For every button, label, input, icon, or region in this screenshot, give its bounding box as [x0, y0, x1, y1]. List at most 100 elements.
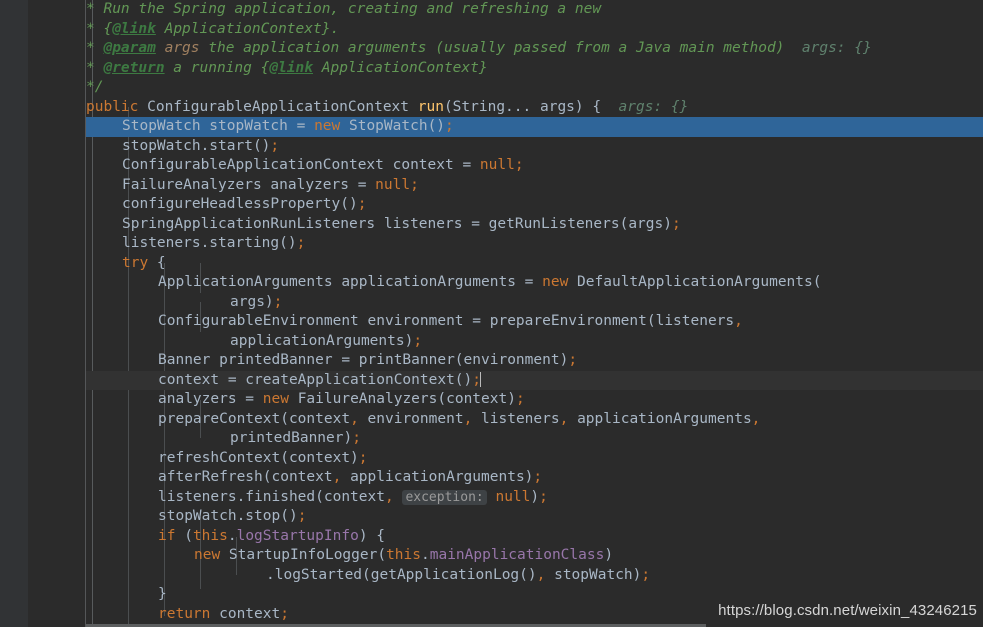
code-token: (String... args) { — [443, 98, 602, 115]
code-line[interactable]: SpringApplicationRunListeners listeners … — [0, 215, 983, 235]
code-token: context = createApplicationContext() — [158, 371, 473, 388]
code-line-text: StopWatch stopWatch = new StopWatch(); — [86, 118, 454, 134]
code-token: configureHeadlessProperty() — [122, 196, 358, 212]
code-token: applicationArguments — [568, 410, 752, 427]
code-token: ApplicationContext}. — [155, 20, 340, 37]
code-token: , — [734, 313, 743, 329]
code-line-text: prepareContext(context, environment, lis… — [86, 411, 760, 427]
code-token: ; — [533, 469, 543, 485]
code-line[interactable]: ConfigurableApplicationContext context =… — [0, 156, 983, 176]
code-line[interactable]: printedBanner); — [0, 429, 983, 449]
code-token: ; — [358, 449, 368, 466]
code-line[interactable]: * @param args the application arguments … — [0, 39, 983, 59]
code-line[interactable]: refreshContext(context); — [0, 449, 983, 469]
code-token: new — [262, 391, 289, 407]
code-token: a running { — [164, 59, 270, 76]
code-token: ; — [514, 157, 524, 173]
code-line-text: ApplicationArguments applicationArgument… — [86, 274, 821, 290]
code-token: ; — [297, 508, 307, 524]
code-line-text: * Run the Spring application, creating a… — [86, 1, 601, 17]
code-token: . — [421, 547, 430, 563]
code-token: try — [122, 254, 149, 271]
editor-gutter-icons[interactable] — [0, 0, 28, 627]
code-token: prepareContext(context — [158, 410, 351, 427]
editor-gutter-folding[interactable] — [28, 0, 86, 627]
code-token: ; — [515, 391, 525, 407]
code-token: @link — [112, 20, 156, 37]
code-line[interactable]: */ — [0, 78, 983, 98]
code-token: null — [495, 488, 531, 505]
code-line[interactable]: FailureAnalyzers analyzers = null; — [0, 176, 983, 196]
code-line-text: listeners.finished(context, exception: n… — [86, 489, 548, 505]
code-token: if — [158, 527, 176, 544]
code-token: ( — [175, 527, 193, 544]
code-line[interactable]: analyzers = new FailureAnalyzers(context… — [0, 390, 983, 410]
code-line-text: refreshContext(context); — [86, 450, 368, 466]
code-line[interactable]: listeners.finished(context, exception: n… — [0, 488, 983, 508]
code-token: @return — [103, 59, 165, 76]
code-line[interactable]: if (this.logStartupInfo) { — [0, 527, 983, 547]
code-token: } — [158, 586, 167, 602]
code-line[interactable]: * Run the Spring application, creating a… — [0, 0, 983, 20]
code-token: ; — [352, 430, 361, 446]
code-line-text: * @param args the application arguments … — [86, 40, 872, 56]
code-line[interactable]: afterRefresh(context, applicationArgumen… — [0, 468, 983, 488]
code-line[interactable]: context = createApplicationContext(); — [0, 370, 983, 390]
code-line-text: stopWatch.stop(); — [86, 508, 306, 524]
code-token: ConfigurableEnvironment environment = pr… — [158, 313, 735, 329]
code-token: run — [417, 98, 444, 115]
code-line-text: context = createApplicationContext(); — [86, 371, 482, 388]
code-token: listeners — [472, 410, 560, 427]
code-line[interactable]: configureHeadlessProperty(); — [0, 195, 983, 215]
gutter-divider — [85, 0, 86, 627]
code-token: listeners.starting() — [122, 235, 297, 251]
code-token: SpringApplicationRunListeners listeners … — [122, 215, 672, 232]
code-line-text: */ — [86, 79, 103, 95]
code-token: this — [386, 547, 421, 563]
code-line[interactable]: applicationArguments); — [0, 332, 983, 352]
code-line-text: .logStarted(getApplicationLog(), stopWat… — [86, 567, 650, 583]
text-caret — [480, 371, 482, 387]
code-token: new — [314, 118, 341, 134]
code-line[interactable]: stopWatch.stop(); — [0, 507, 983, 527]
code-line[interactable]: StopWatch stopWatch = new StopWatch(); — [0, 117, 983, 137]
code-token: { — [148, 254, 166, 271]
code-line[interactable]: ConfigurableEnvironment environment = pr… — [0, 312, 983, 332]
code-line[interactable]: public ConfigurableApplicationContext ru… — [0, 98, 983, 118]
code-line-text: SpringApplicationRunListeners listeners … — [86, 216, 681, 232]
code-line[interactable]: stopWatch.start(); — [0, 137, 983, 157]
code-line[interactable]: * {@link ApplicationContext}. — [0, 20, 983, 40]
code-token: * — [86, 59, 104, 76]
code-token: StopWatch() — [340, 118, 446, 134]
code-token: stopWatch.stop() — [158, 508, 298, 524]
code-token: * Run the Spring application, creating a… — [86, 1, 602, 17]
code-line-text: try { — [86, 255, 166, 271]
code-token: ; — [357, 196, 367, 212]
code-line[interactable]: ApplicationArguments applicationArgument… — [0, 273, 983, 293]
code-token: .logStarted(getApplicationLog() — [266, 566, 537, 583]
code-line-text: ConfigurableEnvironment environment = pr… — [86, 313, 743, 329]
code-line-text: args); — [86, 294, 282, 310]
code-token: ; — [410, 176, 419, 193]
code-line[interactable]: try { — [0, 254, 983, 274]
code-line[interactable]: new StartupInfoLogger(this.mainApplicati… — [0, 546, 983, 566]
code-line-text: printedBanner); — [86, 430, 361, 446]
code-token: ; — [296, 235, 306, 251]
code-line[interactable]: .logStarted(getApplicationLog(), stopWat… — [0, 566, 983, 586]
code-token: mainApplicationClass — [429, 547, 605, 563]
code-line[interactable]: listeners.starting(); — [0, 234, 983, 254]
code-line[interactable]: * @return a running {@link ApplicationCo… — [0, 59, 983, 79]
code-token: StartupInfoLogger( — [220, 547, 387, 563]
code-line[interactable]: Banner printedBanner = printBanner(envir… — [0, 351, 983, 371]
code-token: ; — [413, 332, 423, 349]
code-token: afterRefresh(context — [158, 469, 333, 485]
code-editor[interactable]: @ * Run the Spring application, creating… — [0, 0, 983, 627]
code-token: refreshContext(context) — [158, 449, 359, 466]
code-lines-container[interactable]: * Run the Spring application, creating a… — [0, 0, 983, 627]
code-line[interactable]: prepareContext(context, environment, lis… — [0, 410, 983, 430]
code-line-text: listeners.starting(); — [86, 235, 305, 251]
code-line-text: afterRefresh(context, applicationArgumen… — [86, 469, 542, 485]
code-token: logStartupInfo — [236, 527, 359, 544]
code-line[interactable]: args); — [0, 293, 983, 313]
code-token: @param — [103, 40, 156, 56]
